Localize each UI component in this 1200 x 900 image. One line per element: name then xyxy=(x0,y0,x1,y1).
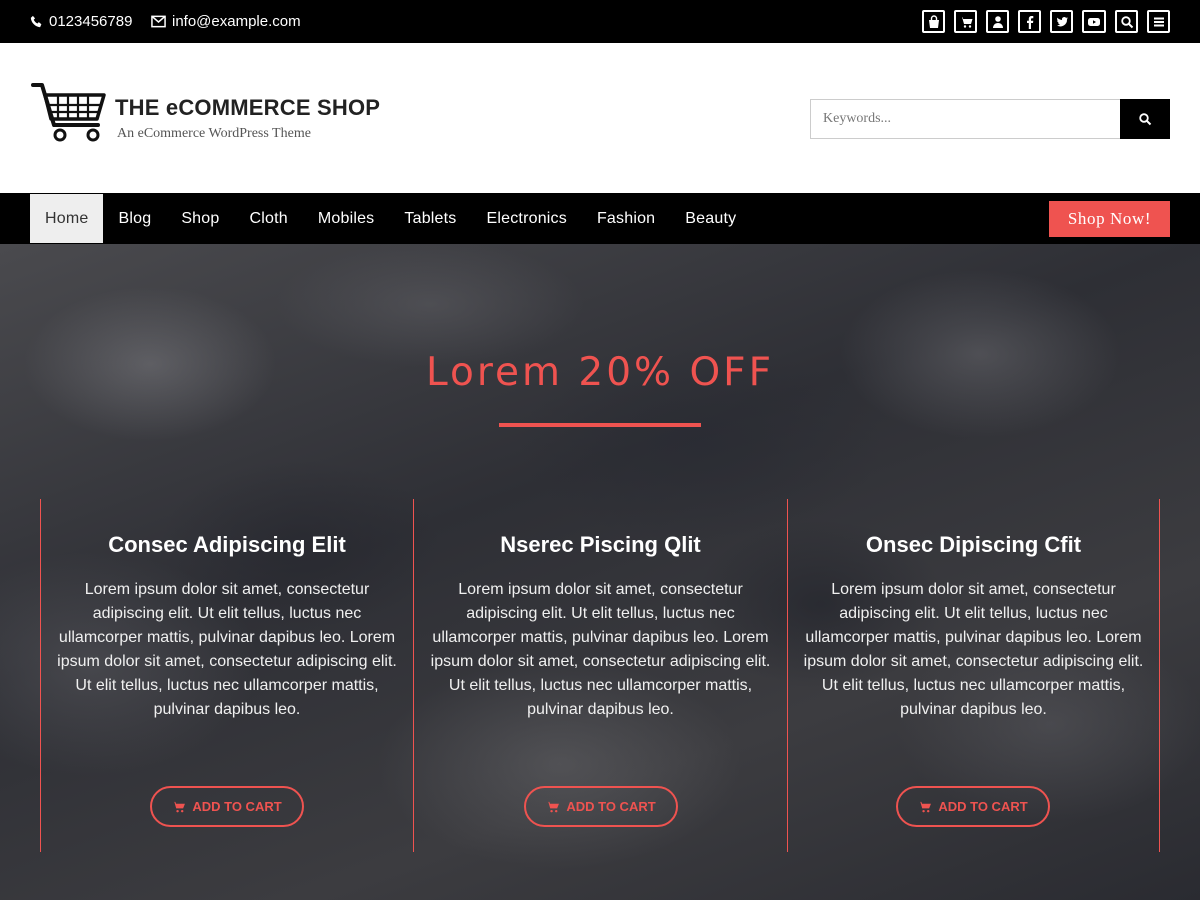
facebook-icon[interactable] xyxy=(1018,10,1041,33)
promo-card: Consec Adipiscing Elit Lorem ipsum dolor… xyxy=(40,499,414,852)
nav-menu: Home Blog Shop Cloth Mobiles Tablets Ele… xyxy=(30,194,751,243)
menu-icon[interactable] xyxy=(1147,10,1170,33)
main-navigation: Home Blog Shop Cloth Mobiles Tablets Ele… xyxy=(0,193,1200,244)
card-text: Lorem ipsum dolor sit amet, consectetur … xyxy=(803,581,1144,718)
site-header: THE eCOMMERCE SHOP An eCommerce WordPres… xyxy=(0,43,1200,193)
shopping-cart-logo-icon xyxy=(31,83,106,142)
youtube-icon[interactable] xyxy=(1082,10,1106,33)
hero-section: Lorem 20% OFF Consec Adipiscing Elit Lor… xyxy=(0,244,1200,900)
nav-item-blog[interactable]: Blog xyxy=(103,194,166,243)
nav-item-cloth[interactable]: Cloth xyxy=(234,194,302,243)
card-title: Onsec Dipiscing Cfit xyxy=(865,532,1082,557)
add-to-cart-button[interactable]: ADD TO CART xyxy=(896,786,1050,827)
hero-title: Lorem 20% OFF xyxy=(425,350,775,395)
top-bar: 0123456789 info@example.com xyxy=(0,0,1200,43)
shop-now-button[interactable]: Shop Now! xyxy=(1049,201,1170,237)
hero-divider xyxy=(499,423,701,427)
nav-item-fashion[interactable]: Fashion xyxy=(582,194,670,243)
email-address: info@example.com xyxy=(172,13,301,30)
card-title: Consec Adipiscing Elit xyxy=(108,532,346,557)
add-to-cart-label: ADD TO CART xyxy=(938,799,1028,814)
twitter-icon[interactable] xyxy=(1050,10,1073,33)
nav-item-electronics[interactable]: Electronics xyxy=(472,194,582,243)
search-button[interactable] xyxy=(1120,99,1170,139)
user-icon[interactable] xyxy=(986,10,1009,33)
add-to-cart-label: ADD TO CART xyxy=(192,799,282,814)
card-text: Lorem ipsum dolor sit amet, consectetur … xyxy=(430,581,771,718)
card-text: Lorem ipsum dolor sit amet, consectetur … xyxy=(57,581,397,718)
logo-tagline: An eCommerce WordPress Theme xyxy=(117,126,311,141)
search-icon[interactable] xyxy=(1115,10,1138,33)
nav-item-beauty[interactable]: Beauty xyxy=(670,194,751,243)
add-to-cart-button[interactable]: ADD TO CART xyxy=(150,786,304,827)
card-title: Nserec Piscing Qlit xyxy=(500,532,701,557)
cart-icon xyxy=(172,801,186,812)
search-form xyxy=(810,99,1170,139)
cart-icon[interactable] xyxy=(954,10,977,33)
email-contact[interactable]: info@example.com xyxy=(151,0,301,43)
social-icons xyxy=(922,10,1170,33)
envelope-icon xyxy=(151,15,166,28)
nav-item-home[interactable]: Home xyxy=(30,194,104,243)
search-icon xyxy=(1139,113,1152,126)
cart-icon xyxy=(546,801,560,812)
phone-icon xyxy=(30,15,42,28)
search-input[interactable] xyxy=(810,99,1120,139)
phone-contact[interactable]: 0123456789 xyxy=(30,0,132,43)
promo-card: Onsec Dipiscing Cfit Lorem ipsum dolor s… xyxy=(787,499,1160,852)
add-to-cart-label: ADD TO CART xyxy=(566,799,656,814)
nav-item-tablets[interactable]: Tablets xyxy=(389,194,471,243)
nav-item-shop[interactable]: Shop xyxy=(166,194,234,243)
promo-card: Nserec Piscing Qlit Lorem ipsum dolor si… xyxy=(413,499,788,852)
nav-item-mobiles[interactable]: Mobiles xyxy=(303,194,390,243)
site-logo[interactable]: THE eCOMMERCE SHOP An eCommerce WordPres… xyxy=(30,79,380,149)
logo-title: THE eCOMMERCE SHOP xyxy=(115,95,381,120)
bag-icon[interactable] xyxy=(922,10,945,33)
phone-number: 0123456789 xyxy=(49,13,133,30)
cart-icon xyxy=(918,801,932,812)
add-to-cart-button[interactable]: ADD TO CART xyxy=(524,786,678,827)
